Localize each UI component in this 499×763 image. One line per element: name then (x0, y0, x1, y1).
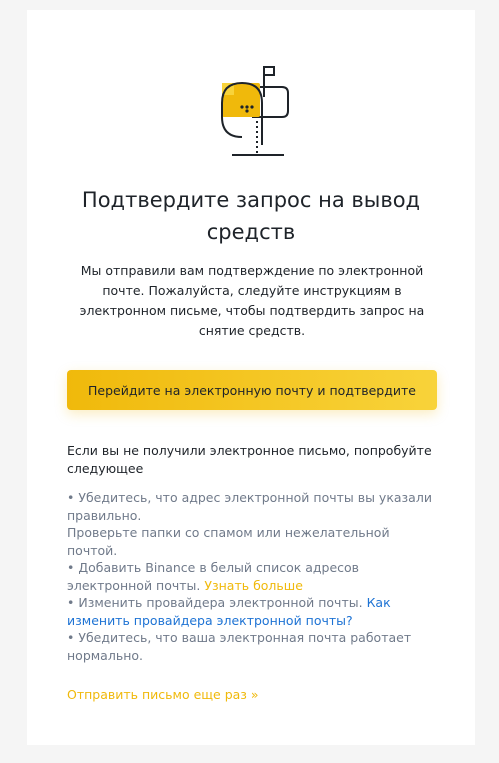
mailbox-icon (221, 66, 289, 156)
confirmation-card: Подтвердите запрос на вывод средств Мы о… (27, 10, 475, 745)
help-heading: Если вы не получили электронное письмо, … (67, 443, 432, 476)
learn-more-link[interactable]: Узнать больше (204, 578, 303, 593)
confirmation-message: Мы отправили вам подтверждение по электр… (79, 263, 425, 338)
page-title: Подтвердите запрос на вывод средств (81, 188, 421, 244)
resend-email-link[interactable]: Отправить письмо еще раз » (67, 686, 259, 704)
go-to-email-button[interactable]: Перейдите на электронную почту и подтвер… (67, 370, 437, 410)
tip-check-spam: Проверьте папки со спамом или нежелатель… (67, 525, 390, 558)
tips-list: • Убедитесь, что адрес электронной почты… (67, 489, 437, 664)
tip-change-provider: • Изменить провайдера электронной почты. (67, 595, 363, 610)
tip-check-address: • Убедитесь, что адрес электронной почты… (67, 490, 432, 523)
tip-check-working: • Убедитесь, что ваша электронная почта … (67, 630, 412, 663)
